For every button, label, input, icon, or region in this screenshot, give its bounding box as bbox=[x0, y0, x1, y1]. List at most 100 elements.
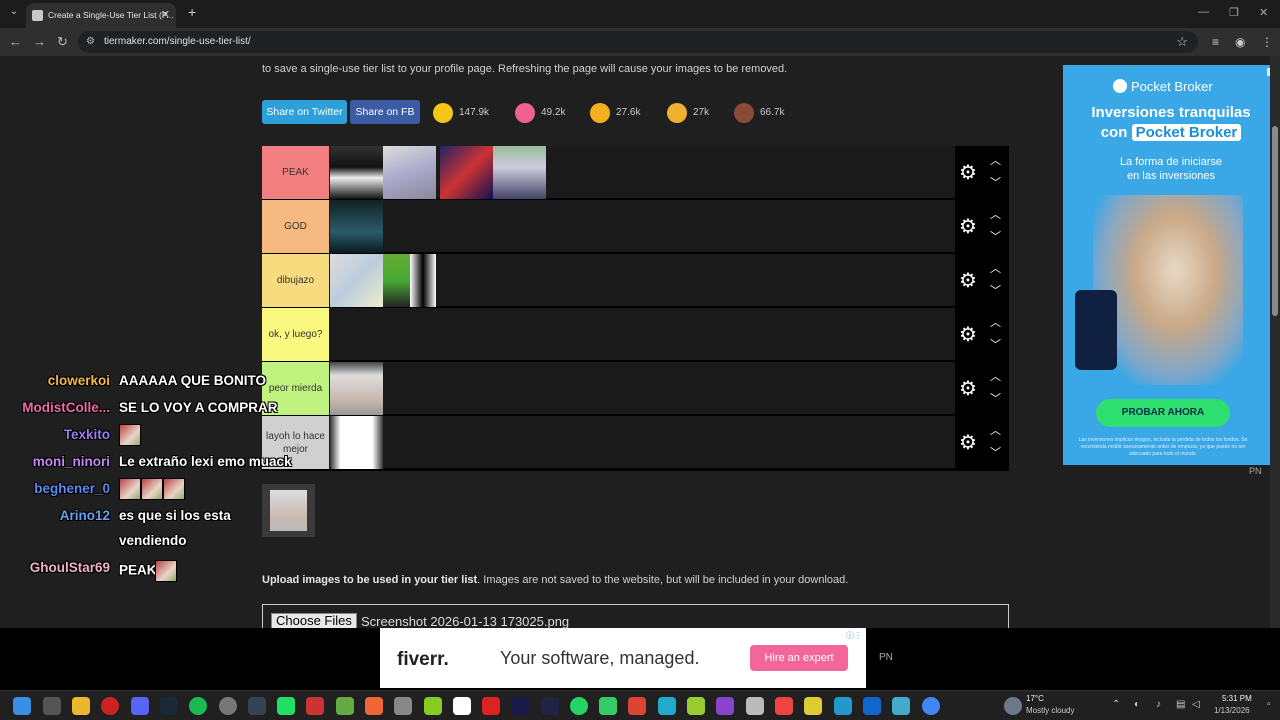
app-icon[interactable] bbox=[804, 697, 822, 715]
gear-icon[interactable]: ⚙ bbox=[959, 322, 977, 347]
app-icon[interactable] bbox=[277, 697, 295, 715]
tier-image[interactable] bbox=[410, 254, 436, 307]
forward-icon[interactable]: → bbox=[33, 34, 46, 49]
share-fb-button[interactable]: Share on FB bbox=[350, 100, 420, 124]
app-icon[interactable] bbox=[541, 697, 559, 715]
menu-kebab-icon[interactable]: ⋮ bbox=[1261, 35, 1273, 49]
gear-icon[interactable]: ⚙ bbox=[959, 214, 977, 239]
chevron-down-icon[interactable]: ﹀ bbox=[990, 336, 1001, 352]
windows-start-icon[interactable] bbox=[13, 697, 31, 715]
close-tab-icon[interactable]: ✕ bbox=[161, 8, 170, 21]
app-icon[interactable] bbox=[658, 697, 676, 715]
tray-app-icon[interactable]: ◐ bbox=[1134, 699, 1140, 710]
address-bar[interactable]: ⚙ tiermaker.com/single-use-tier-list/ ☆ bbox=[78, 31, 1198, 53]
discord-icon[interactable] bbox=[131, 697, 149, 715]
site-info-icon[interactable]: ⚙ bbox=[86, 36, 95, 47]
media-control-icon[interactable]: ≡ bbox=[1212, 35, 1219, 49]
steam-icon[interactable] bbox=[160, 697, 178, 715]
tier-label[interactable]: dibujazo bbox=[262, 254, 329, 307]
reaction-heart-eyes[interactable]: 49.2k bbox=[515, 100, 565, 126]
app-icon[interactable] bbox=[424, 697, 442, 715]
app-icon[interactable] bbox=[248, 697, 266, 715]
file-explorer-icon[interactable] bbox=[72, 697, 90, 715]
tier-image[interactable] bbox=[330, 416, 383, 469]
tray-expand-icon[interactable]: ⌃ bbox=[1112, 699, 1120, 710]
reload-icon[interactable]: ↻ bbox=[57, 34, 68, 50]
opera-icon[interactable] bbox=[101, 697, 119, 715]
tier-label[interactable]: ok, y luego? bbox=[262, 308, 329, 361]
browser-tab[interactable]: Create a Single-Use Tier List (P... ✕ bbox=[26, 3, 176, 28]
hire-expert-button[interactable]: Hire an expert bbox=[750, 645, 848, 671]
chevron-up-icon[interactable]: ︿ bbox=[990, 206, 1001, 222]
network-icon[interactable]: ▤ bbox=[1176, 699, 1185, 710]
reaction-laughing[interactable]: 27.6k bbox=[590, 100, 640, 126]
page-scrollbar[interactable] bbox=[1270, 56, 1280, 690]
tier-image[interactable] bbox=[330, 200, 383, 253]
tier-image[interactable] bbox=[330, 254, 383, 307]
app-icon[interactable] bbox=[219, 697, 237, 715]
choose-files-button[interactable]: Choose Files bbox=[271, 613, 357, 629]
profile-icon[interactable]: ◉ bbox=[1235, 35, 1245, 49]
share-twitter-button[interactable]: Share on Twitter bbox=[262, 100, 347, 124]
tier-image[interactable] bbox=[493, 146, 546, 199]
tier-label[interactable]: PEAK bbox=[262, 146, 329, 199]
adchoices-icon[interactable]: ⓘ⋮ bbox=[846, 630, 862, 641]
weather-description[interactable]: Mostly cloudy bbox=[1026, 706, 1074, 715]
app-icon[interactable] bbox=[599, 697, 617, 715]
clock-date[interactable]: 1/13/2026 bbox=[1214, 706, 1250, 715]
gear-icon[interactable]: ⚙ bbox=[959, 160, 977, 185]
reaction-poop[interactable]: 66.7k bbox=[734, 100, 784, 126]
chevron-down-icon[interactable]: ﹀ bbox=[990, 174, 1001, 190]
chevron-down-icon[interactable]: ﹀ bbox=[990, 282, 1001, 298]
tier-image[interactable] bbox=[383, 146, 436, 199]
chevron-down-icon[interactable]: ﹀ bbox=[990, 390, 1001, 406]
spotify-icon[interactable] bbox=[189, 697, 207, 715]
app-icon[interactable] bbox=[628, 697, 646, 715]
app-icon[interactable] bbox=[863, 697, 881, 715]
chrome-icon[interactable] bbox=[922, 697, 940, 715]
chevron-down-icon[interactable]: ﹀ bbox=[990, 444, 1001, 460]
gear-icon[interactable]: ⚙ bbox=[959, 376, 977, 401]
app-icon[interactable] bbox=[365, 697, 383, 715]
scrollbar-thumb[interactable] bbox=[1272, 126, 1278, 316]
app-icon[interactable] bbox=[336, 697, 354, 715]
bookmark-star-icon[interactable]: ☆ bbox=[1176, 34, 1188, 50]
whatsapp-icon[interactable] bbox=[570, 697, 588, 715]
gear-icon[interactable]: ⚙ bbox=[959, 268, 977, 293]
reaction-grin[interactable]: 147.9k bbox=[433, 100, 489, 126]
tier-image[interactable] bbox=[440, 146, 493, 199]
chevron-up-icon[interactable]: ︿ bbox=[990, 422, 1001, 438]
app-icon[interactable] bbox=[482, 697, 500, 715]
app-icon[interactable] bbox=[687, 697, 705, 715]
microphone-icon[interactable]: ♪ bbox=[1156, 699, 1161, 710]
back-icon[interactable]: ← bbox=[9, 34, 22, 49]
animate-icon[interactable] bbox=[511, 697, 529, 715]
app-icon[interactable] bbox=[834, 697, 852, 715]
ad-cta-button[interactable]: PROBAR AHORA bbox=[1096, 399, 1230, 427]
tier-label[interactable]: GOD bbox=[262, 200, 329, 253]
tier-image[interactable] bbox=[330, 362, 383, 415]
app-icon[interactable] bbox=[394, 697, 412, 715]
app-icon[interactable] bbox=[306, 697, 324, 715]
task-view-icon[interactable] bbox=[43, 697, 61, 715]
restore-icon[interactable]: ❐ bbox=[1229, 6, 1239, 19]
tab-list-icon[interactable]: ⌄ bbox=[6, 6, 22, 22]
reaction-praise-hands[interactable]: 27k bbox=[667, 100, 709, 126]
chevron-up-icon[interactable]: ︿ bbox=[990, 368, 1001, 384]
notifications-icon[interactable]: ▫ bbox=[1267, 699, 1271, 710]
clock-time[interactable]: 5:31 PM bbox=[1222, 694, 1252, 703]
chevron-down-icon[interactable]: ﹀ bbox=[990, 228, 1001, 244]
chevron-up-icon[interactable]: ︿ bbox=[990, 314, 1001, 330]
tier-image[interactable] bbox=[330, 146, 383, 199]
minimize-icon[interactable]: — bbox=[1198, 6, 1209, 18]
app-icon[interactable] bbox=[453, 697, 471, 715]
fiverr-ad[interactable]: fiverr. Your software, managed. Hire an … bbox=[380, 628, 866, 688]
app-icon[interactable] bbox=[775, 697, 793, 715]
app-icon[interactable] bbox=[892, 697, 910, 715]
weather-icon[interactable] bbox=[1004, 697, 1022, 715]
close-window-icon[interactable]: ✕ bbox=[1259, 6, 1268, 19]
volume-icon[interactable]: ◁ bbox=[1192, 699, 1200, 710]
chevron-up-icon[interactable]: ︿ bbox=[990, 152, 1001, 168]
new-tab-icon[interactable]: + bbox=[188, 4, 196, 20]
weather-temperature[interactable]: 17°C bbox=[1026, 694, 1044, 703]
